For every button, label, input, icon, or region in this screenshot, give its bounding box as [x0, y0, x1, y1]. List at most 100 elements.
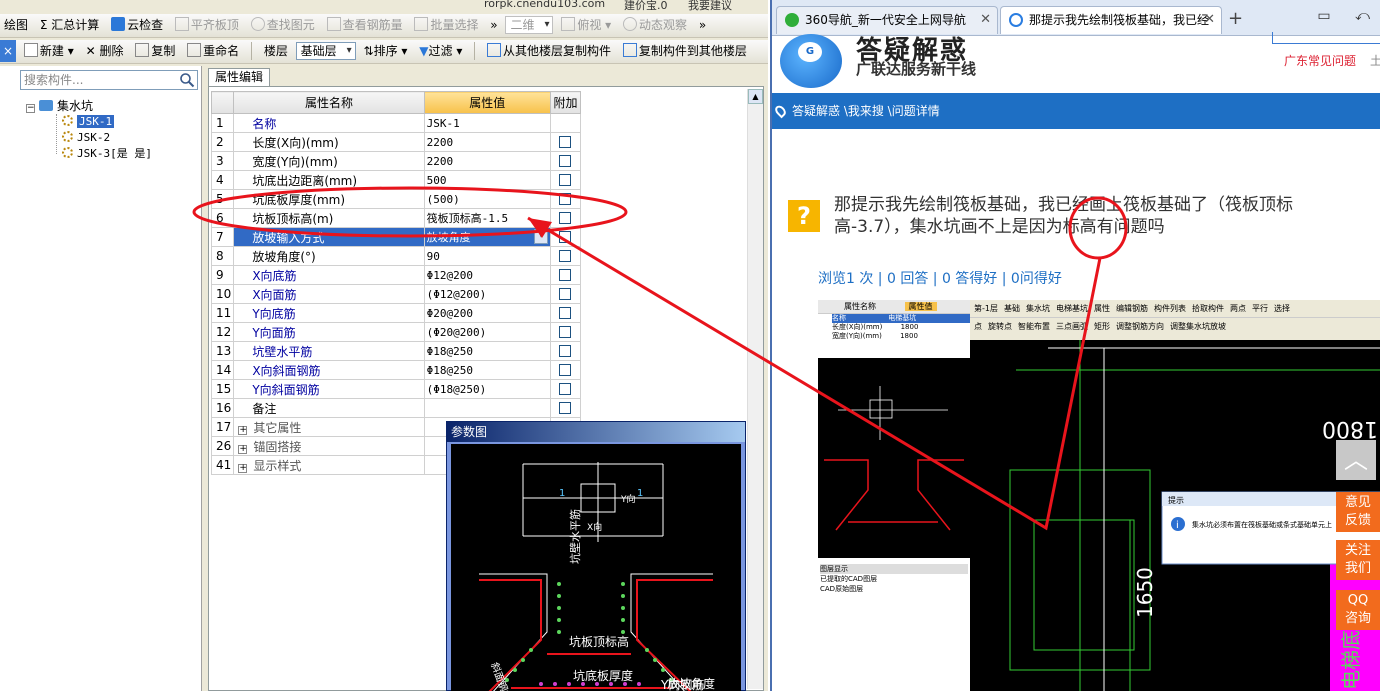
property-row[interactable]: 10 X向面筋 (Φ12@200) [210, 284, 582, 304]
extra-checkbox[interactable] [559, 402, 572, 414]
property-group-name[interactable]: + 显示样式 [233, 455, 425, 475]
close-tab-icon[interactable]: ✕ [1204, 7, 1215, 33]
property-row[interactable]: 13 坑壁水平筋 Φ18@250 [210, 341, 582, 361]
sum-calc-button[interactable]: Σ 汇总计算 [36, 14, 103, 36]
extra-checkbox[interactable] [559, 326, 572, 338]
extra-checkbox[interactable] [559, 345, 572, 357]
filter-button[interactable]: ▼过滤 ▾ [415, 40, 466, 62]
scroll-up-icon[interactable]: ▲ [748, 89, 763, 104]
property-value-field[interactable]: 90 [423, 246, 551, 266]
header-nav-cut[interactable]: 土 [1370, 52, 1380, 69]
batch-select-button[interactable]: 批量选择 [410, 14, 482, 36]
extra-checkbox[interactable] [559, 364, 572, 376]
expand-icon[interactable]: + [238, 444, 248, 454]
top-view-button[interactable]: 俯视 ▾ [557, 14, 615, 36]
extra-checkbox[interactable] [559, 307, 572, 319]
property-row[interactable]: 5 坑底板厚度(mm) (500) [210, 189, 582, 209]
property-value-field[interactable]: JSK-1 [423, 113, 551, 133]
property-value-field[interactable]: Φ20@200 [423, 303, 551, 323]
property-value-field[interactable] [423, 398, 551, 418]
property-value-field[interactable]: (Φ12@200) [423, 284, 551, 304]
property-value-field[interactable]: Φ18@250 [423, 341, 551, 361]
extra-checkbox[interactable] [559, 269, 572, 281]
property-row[interactable]: 11 Y向底筋 Φ20@200 [210, 303, 582, 323]
extra-checkbox[interactable] [559, 231, 572, 243]
search-icon[interactable] [179, 72, 195, 88]
property-group-name[interactable]: + 其它属性 [233, 417, 425, 437]
copy-button[interactable]: 复制 [131, 40, 179, 62]
new-button[interactable]: 新建 ▾ [20, 40, 78, 62]
extra-checkbox[interactable] [559, 193, 572, 205]
extra-checkbox[interactable] [559, 155, 572, 167]
tree-item-jsk-3[interactable]: JSK-3[是 是] [26, 146, 152, 162]
qq-consult-button[interactable]: QQ 咨询 [1336, 590, 1380, 630]
component-search-input[interactable]: 搜索构件... [20, 70, 198, 90]
dropdown-chevron-icon[interactable]: ▾ [533, 229, 548, 244]
follow-us-button[interactable]: 关注 我们 [1336, 540, 1380, 580]
property-value-field[interactable]: 2200 [423, 151, 551, 171]
window-controls[interactable]: ▭ ⤺ [1317, 8, 1380, 24]
property-row[interactable]: 4 坑底出边距离(mm) 500 [210, 170, 582, 190]
property-row[interactable]: 16 备注 [210, 398, 582, 418]
extra-checkbox[interactable] [559, 383, 572, 395]
property-row[interactable]: 9 X向底筋 Φ12@200 [210, 265, 582, 285]
toolbar-overflow-chevron[interactable]: » [486, 14, 501, 36]
tab-question-page[interactable]: 那提示我先绘制筏板基础，我已经 ✕ [1000, 6, 1222, 34]
suggest-link[interactable]: 我要建议 [688, 0, 732, 13]
breadcrumb-text[interactable]: 答疑解惑 \我来搜 \问题详情 [792, 104, 940, 118]
property-value-field[interactable]: 500 [423, 170, 551, 190]
header-search-frame[interactable] [1272, 32, 1380, 44]
property-row[interactable]: 8 放坡角度(°) 90 [210, 246, 582, 266]
close-panel-icon[interactable]: × [0, 40, 17, 62]
rename-button[interactable]: 重命名 [183, 40, 243, 62]
property-row[interactable]: 2 长度(X向)(mm) 2200 [210, 132, 582, 152]
property-row[interactable]: 7 放坡输入方式 放坡角度 ▾ [210, 227, 582, 247]
tab-property-edit[interactable]: 属性编辑 [208, 68, 270, 86]
expand-icon[interactable]: + [238, 463, 248, 473]
property-value-field[interactable]: (500) [423, 189, 551, 209]
property-row[interactable]: 15 Y向斜面钢筋 (Φ18@250) [210, 379, 582, 399]
new-tab-button[interactable]: + [1228, 8, 1243, 29]
find-element-button[interactable]: 查找图元 [247, 14, 319, 36]
property-value-field[interactable]: Φ12@200 [423, 265, 551, 285]
floor-select[interactable]: 基础层 [295, 42, 356, 60]
expand-icon[interactable]: + [238, 425, 248, 435]
align-slab-top-button[interactable]: 平齐板顶 [171, 14, 243, 36]
tree-item-jsk-1[interactable]: JSK-1 [26, 114, 152, 130]
view-rebar-button[interactable]: 查看钢筋量 [323, 14, 407, 36]
extra-checkbox[interactable] [559, 288, 572, 300]
property-value-field[interactable]: (Φ18@250) [423, 379, 551, 399]
feedback-button[interactable]: 意见 反馈 [1336, 492, 1380, 532]
copy-from-floor-button[interactable]: 从其他楼层复制构件 [483, 40, 615, 62]
property-row[interactable]: 14 X向斜面钢筋 Φ18@250 [210, 360, 582, 380]
property-value-field[interactable]: (Φ20@200) [423, 322, 551, 342]
property-value-field[interactable]: 放坡角度 ▾ [423, 227, 551, 247]
tree-root-sump[interactable]: − 集水坑 [26, 98, 152, 114]
orbit-button[interactable]: 动态观察 [619, 14, 691, 36]
close-tab-icon[interactable]: ✕ [980, 7, 991, 33]
property-value-field[interactable]: Φ18@250 [423, 360, 551, 380]
guangdong-faq-link[interactable]: 广东常见问题 [1284, 52, 1356, 69]
collapse-icon[interactable]: − [26, 104, 35, 113]
property-row[interactable]: 1 名称 JSK-1 [210, 113, 582, 133]
property-scrollbar[interactable]: ▲ [747, 89, 763, 689]
copy-to-floor-button[interactable]: 复制构件到其他楼层 [619, 40, 751, 62]
extra-checkbox[interactable] [559, 136, 572, 148]
view-mode-select[interactable]: 二维 [505, 16, 554, 34]
question-attachment-image[interactable]: 属性名称 属性值 名称 电梯基坑 长度(X向)(mm) 1800 宽度(Y向)(… [818, 300, 1380, 691]
draw-button[interactable]: 绘图 [0, 14, 32, 36]
property-group-name[interactable]: + 锚固搭接 [233, 436, 425, 456]
property-value-field[interactable]: 2200 [423, 132, 551, 152]
back-to-top-button[interactable]: ︿ [1336, 440, 1376, 480]
toolbar-overflow-chevron-2[interactable]: » [695, 14, 710, 36]
tree-item-jsk-2[interactable]: JSK-2 [26, 130, 152, 146]
property-value-field[interactable]: 筏板顶标高-1.5 [423, 208, 551, 228]
sort-button[interactable]: ⇅排序 ▾ [360, 40, 412, 62]
property-row[interactable]: 12 Y向面筋 (Φ20@200) [210, 322, 582, 342]
extra-checkbox[interactable] [559, 174, 572, 186]
extra-checkbox[interactable] [559, 212, 572, 224]
property-row[interactable]: 3 宽度(Y向)(mm) 2200 [210, 151, 582, 171]
cloud-check-button[interactable]: 云检查 [107, 14, 167, 36]
property-row[interactable]: 6 坑板顶标高(m) 筏板顶标高-1.5 [210, 208, 582, 228]
delete-button[interactable]: ✕ 删除 [82, 40, 128, 62]
